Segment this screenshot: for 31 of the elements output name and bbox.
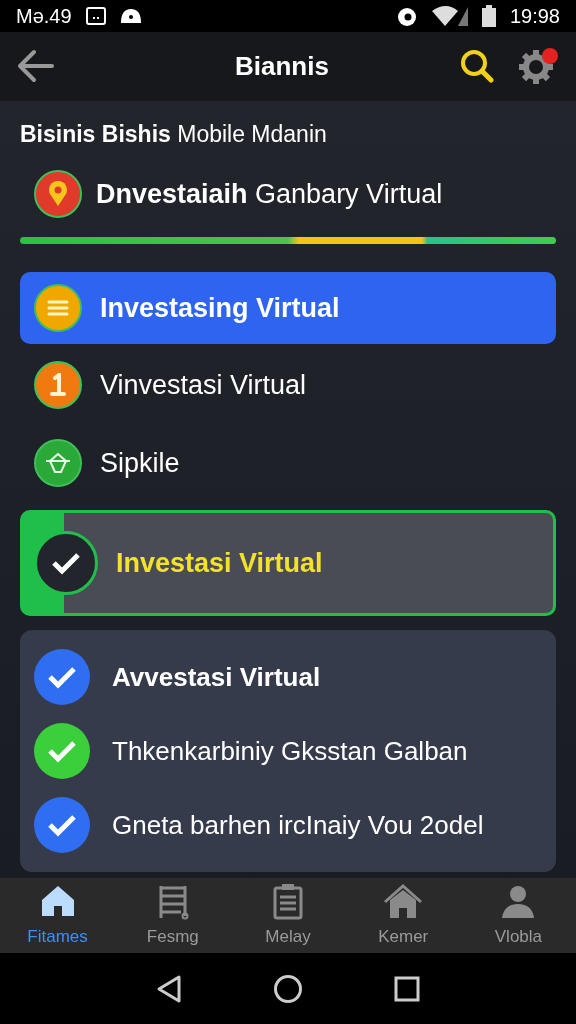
section-heading: Bisinis Bishis Mobile Mdanin: [20, 119, 328, 149]
nav-tab[interactable]: Vlobla: [460, 878, 576, 954]
menu-item[interactable]: Investasi Virtual: [20, 510, 556, 617]
home-icon[interactable]: [273, 973, 303, 1004]
nav-tab[interactable]: Fitames: [0, 878, 116, 954]
checklist-label: Thkenkarbiniy Gksstan Galban: [112, 734, 468, 768]
battery-icon: [481, 4, 496, 27]
recents-icon[interactable]: [394, 975, 421, 1002]
check-icon: [47, 813, 77, 838]
nav-tab[interactable]: Melay: [230, 878, 346, 954]
check-icon: [47, 665, 77, 690]
screen-icon: [85, 6, 106, 25]
checklist-label: Avvestasi Virtual: [112, 660, 321, 694]
back-icon[interactable]: [155, 973, 182, 1004]
featured-label: Dnvestaiaih Ganbary Virtual: [96, 178, 443, 212]
nav-tab[interactable]: Kemer: [345, 878, 461, 954]
back-icon[interactable]: [16, 49, 54, 84]
status-time: 19:98: [509, 3, 560, 29]
check-icon: [47, 739, 77, 764]
wifi-icon: [431, 4, 468, 27]
cloud-icon: [119, 7, 142, 24]
checklist-label: Gneta barhen ircInaiy Vou 2odel: [112, 808, 484, 842]
settings-icon[interactable]: [518, 47, 560, 86]
home-icon: [383, 881, 424, 920]
menu-item[interactable]: Investasing Virtual: [20, 272, 556, 345]
search-icon[interactable]: [460, 49, 494, 84]
status-time: Mə.49: [16, 3, 72, 29]
nav-tab[interactable]: Fesmg: [115, 878, 231, 954]
menu-item[interactable]: Sipkile: [20, 426, 556, 501]
menu-item[interactable]: Vinvestasi Virtual: [20, 348, 556, 423]
screen-title: Biannis: [234, 49, 330, 83]
